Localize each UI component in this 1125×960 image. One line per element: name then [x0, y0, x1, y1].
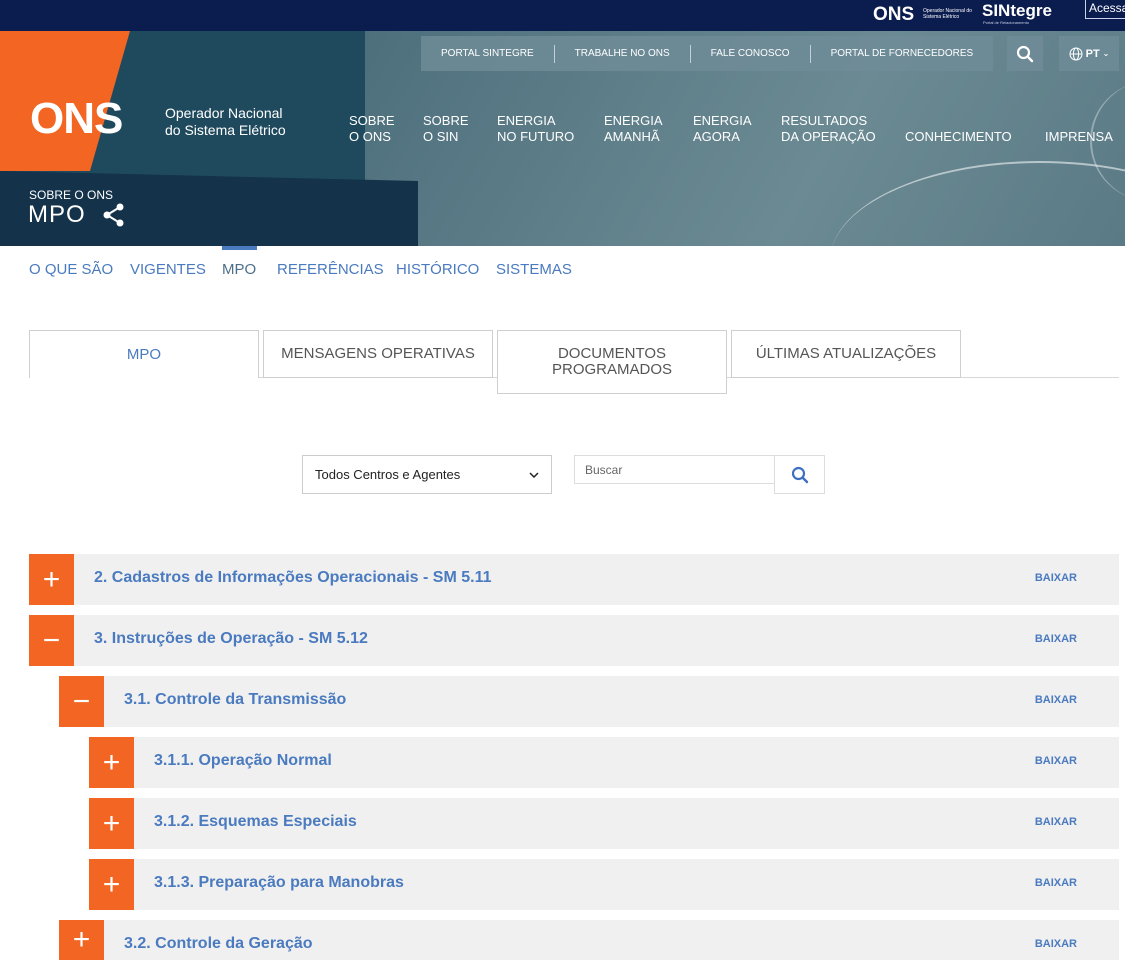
- page-title: MPO: [28, 201, 86, 228]
- tree-row-title[interactable]: 3.1.2. Esquemas Especiais: [154, 813, 357, 831]
- download-link[interactable]: BAIXAR: [1035, 572, 1077, 584]
- tab-ultimas-atualizacoes[interactable]: ÚLTIMAS ATUALIZAÇÕES: [731, 330, 961, 378]
- download-link[interactable]: BAIXAR: [1035, 816, 1077, 828]
- search-placeholder: Buscar: [585, 462, 623, 477]
- top-strip: ONS Operador Nacional do Sistema Elétric…: [0, 0, 1125, 31]
- tree-row-title[interactable]: 2. Cadastros de Informações Operacionais…: [94, 569, 491, 587]
- share-icon[interactable]: [101, 202, 127, 228]
- download-link[interactable]: BAIXAR: [1035, 755, 1077, 767]
- util-link-trabalhe[interactable]: TRABALHE NO ONS: [555, 44, 691, 63]
- expand-plus-icon[interactable]: +: [29, 554, 74, 605]
- tree-row-title[interactable]: 3.2. Controle da Geração: [124, 935, 313, 953]
- tree-row: + 3.2. Controle da Geração BAIXAR: [59, 920, 1119, 960]
- download-link[interactable]: BAIXAR: [1035, 938, 1077, 950]
- utility-links-bar: PORTAL SINTEGRE TRABALHE NO ONS FALE CON…: [421, 36, 993, 71]
- nav-conhecimento[interactable]: CONHECIMENTO: [905, 129, 1012, 145]
- nav-line: O SIN: [423, 129, 459, 144]
- subnav-vigentes[interactable]: VIGENTES: [130, 261, 206, 278]
- nav-line: SOBRE: [349, 113, 395, 128]
- header-search-button[interactable]: [1007, 36, 1043, 71]
- breadcrumb[interactable]: SOBRE O ONS: [29, 188, 113, 202]
- nav-sobre-sin[interactable]: SOBRE O SIN: [423, 113, 469, 145]
- download-link[interactable]: BAIXAR: [1035, 694, 1077, 706]
- tree-row-title[interactable]: 3.1. Controle da Transmissão: [124, 691, 346, 709]
- util-link-fale-conosco[interactable]: FALE CONOSCO: [691, 44, 811, 63]
- search-submit-button[interactable]: [774, 455, 825, 494]
- tab-mensagens-operativas[interactable]: MENSAGENS OPERATIVAS: [263, 330, 493, 378]
- nav-energia-futuro[interactable]: ENERGIA NO FUTURO: [497, 113, 574, 145]
- tree-row: + 3.1.3. Preparação para Manobras BAIXAR: [89, 859, 1119, 910]
- tree-row-title[interactable]: 3. Instruções de Operação - SM 5.12: [94, 630, 368, 648]
- tree-row: − 3.1. Controle da Transmissão BAIXAR: [59, 676, 1119, 727]
- tab-mpo[interactable]: MPO: [29, 330, 259, 378]
- nav-line: DA OPERAÇÃO: [781, 129, 876, 144]
- expand-plus-icon[interactable]: +: [89, 798, 134, 849]
- subnav-mpo[interactable]: MPO: [222, 261, 256, 278]
- util-link-portal-sintegre[interactable]: PORTAL SINTEGRE: [421, 44, 555, 63]
- chevron-down-icon: ⌄: [1102, 49, 1110, 58]
- globe-icon: [1069, 47, 1083, 60]
- nav-line: CONHECIMENTO: [905, 129, 1012, 144]
- nav-sobre-ons[interactable]: SOBRE O ONS: [349, 113, 395, 145]
- tree-row: − 3. Instruções de Operação - SM 5.12 BA…: [29, 615, 1119, 666]
- nav-line: AGORA: [693, 129, 740, 144]
- section-subnav: O QUE SÃO VIGENTES MPO REFERÊNCIAS HISTÓ…: [0, 246, 1125, 290]
- nav-line: NO FUTURO: [497, 129, 575, 144]
- nav-line: ENERGIA: [604, 113, 663, 128]
- expand-plus-icon[interactable]: +: [59, 920, 104, 960]
- nav-line: ENERGIA: [497, 113, 556, 128]
- nav-imprensa[interactable]: IMPRENSA: [1045, 129, 1113, 145]
- logo-line-2: do Sistema Elétrico: [165, 122, 286, 138]
- util-link-fornecedores[interactable]: PORTAL DE FORNECEDORES: [811, 45, 994, 63]
- tree-row: + 3.1.1. Operação Normal BAIXAR: [89, 737, 1119, 788]
- collapse-minus-icon[interactable]: −: [29, 615, 74, 666]
- subnav-historico[interactable]: HISTÓRICO: [396, 261, 479, 278]
- centers-agents-select[interactable]: Todos Centros e Agentes: [302, 455, 552, 494]
- tree-row: + 2. Cadastros de Informações Operaciona…: [29, 554, 1119, 605]
- nav-energia-amanha[interactable]: ENERGIA AMANHÃ: [604, 113, 663, 145]
- nav-line: ENERGIA: [693, 113, 752, 128]
- expand-plus-icon[interactable]: +: [89, 737, 134, 788]
- download-link[interactable]: BAIXAR: [1035, 633, 1077, 645]
- download-link[interactable]: BAIXAR: [1035, 877, 1077, 889]
- expand-plus-icon[interactable]: +: [89, 859, 134, 910]
- search-input[interactable]: Buscar: [574, 455, 776, 484]
- subnav-o-que-sao[interactable]: O QUE SÃO: [29, 261, 113, 278]
- ons-small-logo[interactable]: ONS: [873, 4, 914, 26]
- ons-logo-text: Operador Nacional do Sistema Elétrico: [165, 105, 286, 139]
- ons-small-logo-subtitle: Operador Nacional do Sistema Elétrico: [923, 8, 972, 20]
- nav-line: RESULTADOS: [781, 113, 868, 128]
- tab-documentos-programados[interactable]: DOCUMENTOS PROGRAMADOS: [497, 330, 727, 394]
- nav-line: AMANHÃ: [604, 129, 660, 144]
- ons-logo[interactable]: ONS: [30, 94, 123, 144]
- tree-row: + 3.1.2. Esquemas Especiais BAIXAR: [89, 798, 1119, 849]
- collapse-minus-icon[interactable]: −: [59, 676, 104, 727]
- nav-energia-agora[interactable]: ENERGIA AGORA: [693, 113, 752, 145]
- subnav-active-indicator: [222, 246, 257, 250]
- logo-line-1: Operador Nacional: [165, 105, 283, 121]
- sintegre-subtitle: Portal de Relacionamento: [983, 20, 1030, 25]
- acessar-button[interactable]: Acessar: [1085, 0, 1125, 19]
- nav-line: IMPRENSA: [1045, 129, 1113, 144]
- hero-banner: ONS Operador Nacional do Sistema Elétric…: [0, 31, 1125, 246]
- subnav-sistemas[interactable]: SISTEMAS: [496, 261, 572, 278]
- search-icon: [1016, 45, 1034, 62]
- nav-line: SOBRE: [423, 113, 469, 128]
- nav-resultados[interactable]: RESULTADOS DA OPERAÇÃO: [781, 113, 876, 145]
- language-selector[interactable]: PT ⌄: [1059, 36, 1119, 71]
- select-value: Todos Centros e Agentes: [315, 467, 461, 482]
- search-icon: [791, 466, 808, 483]
- nav-line: O ONS: [349, 129, 391, 144]
- chevron-down-icon: [529, 471, 539, 478]
- subnav-referencias[interactable]: REFERÊNCIAS: [277, 261, 384, 278]
- tree-row-title[interactable]: 3.1.1. Operação Normal: [154, 752, 332, 770]
- tree-row-title[interactable]: 3.1.3. Preparação para Manobras: [154, 874, 404, 892]
- sintegre-logo[interactable]: SINtegre: [982, 1, 1052, 21]
- language-label: PT: [1085, 47, 1100, 60]
